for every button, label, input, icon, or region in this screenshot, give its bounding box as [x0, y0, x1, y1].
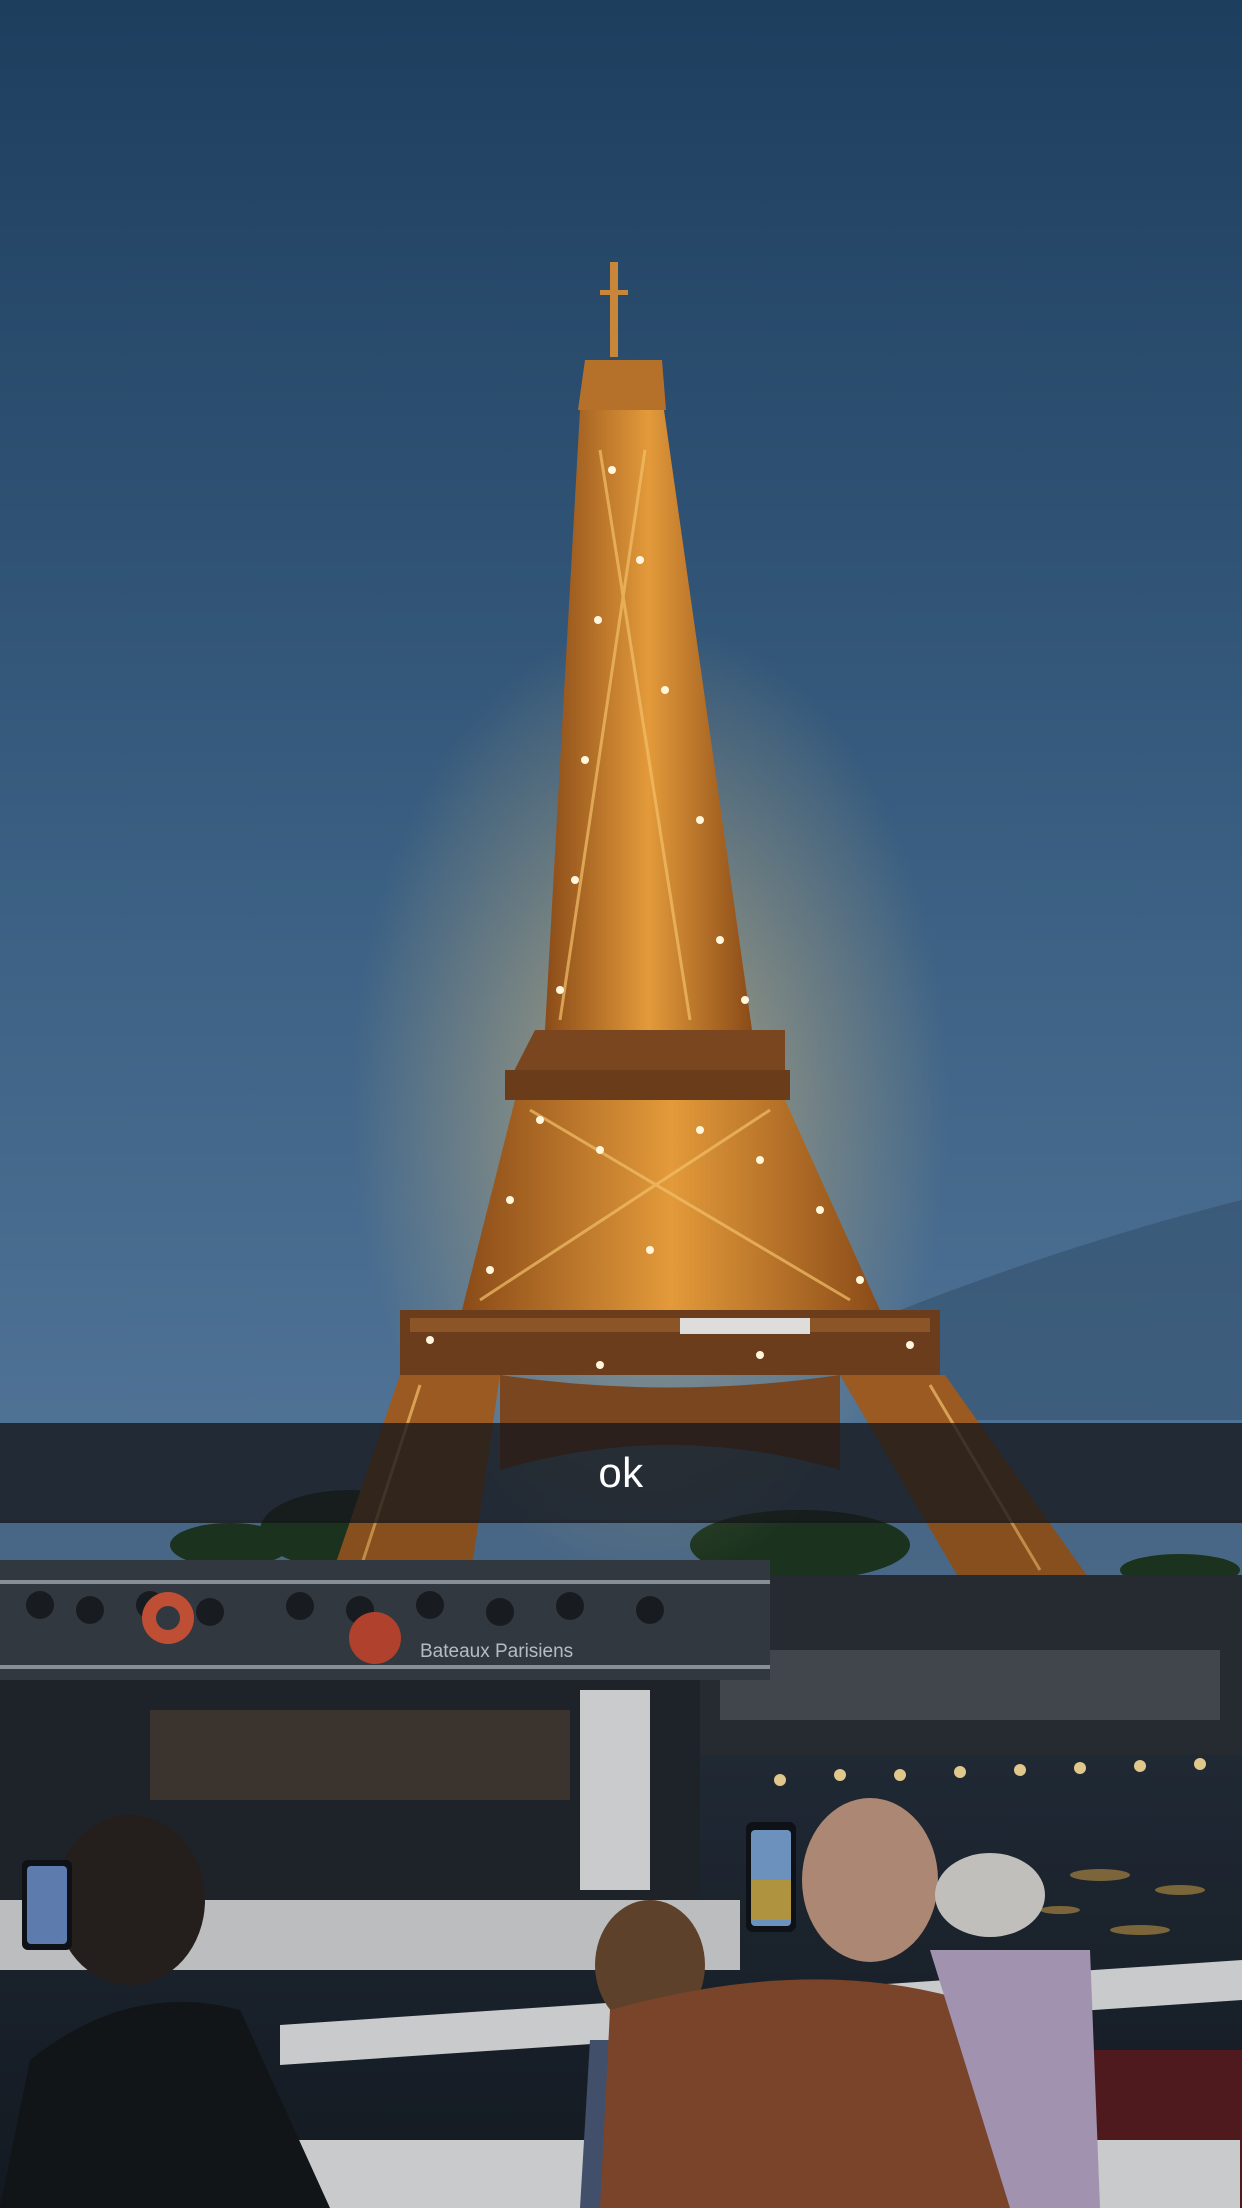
snap-photo: Bateaux Parisiens [0, 0, 1242, 2208]
scene-illustration: Bateaux Parisiens [0, 0, 1242, 2208]
caption-bar: ok [0, 1423, 1242, 1523]
caption-text: ok [598, 1449, 644, 1496]
